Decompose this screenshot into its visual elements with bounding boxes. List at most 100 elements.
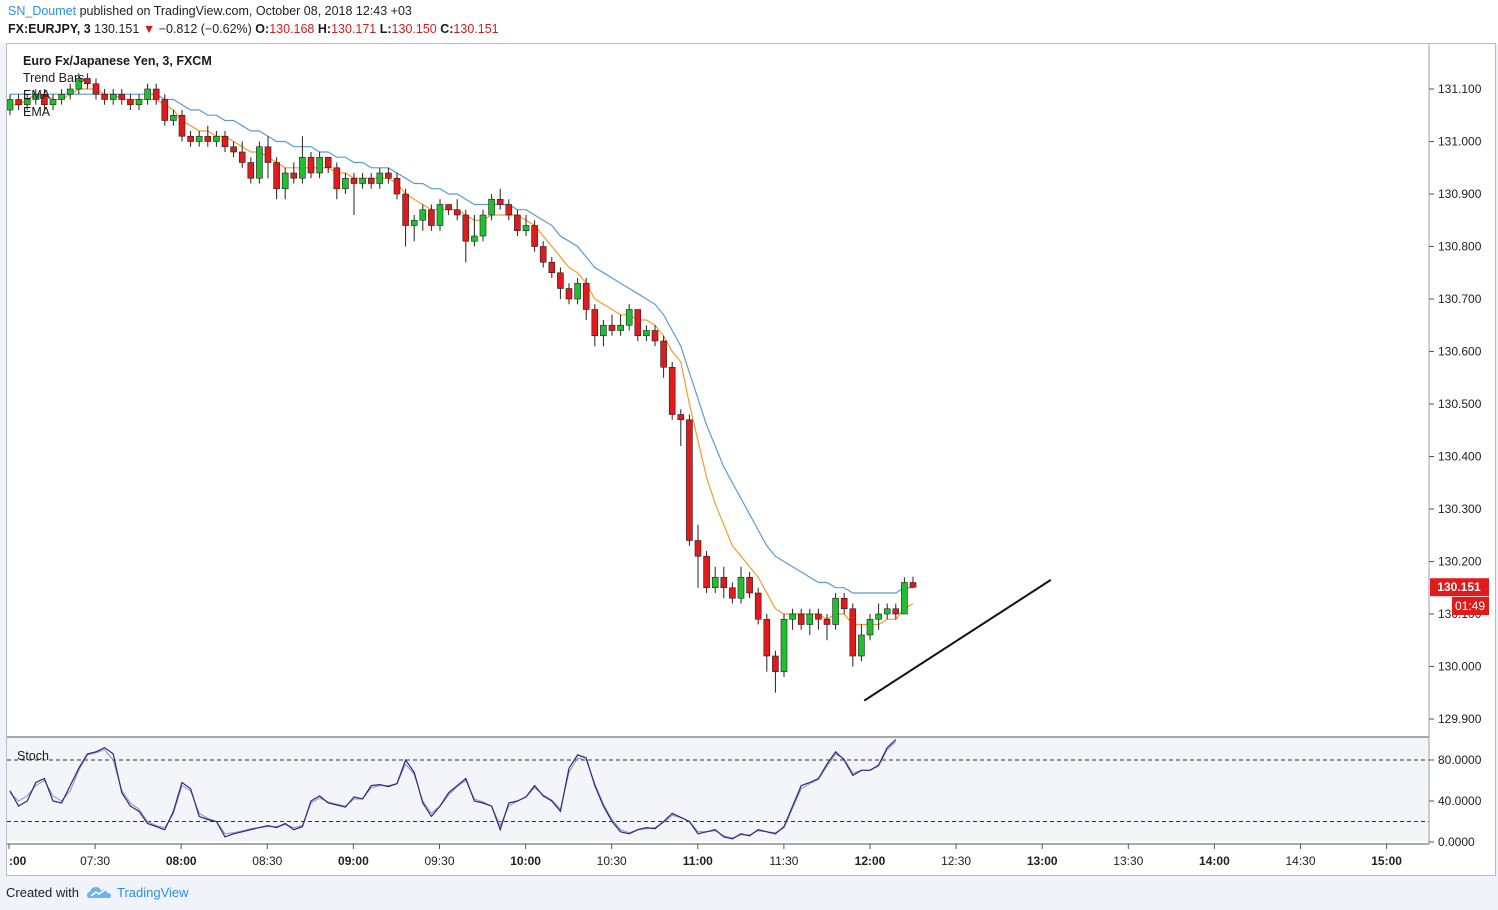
candle-down — [118, 93, 126, 100]
candle-down — [505, 204, 513, 216]
candle-down — [909, 582, 917, 588]
candle-down — [428, 209, 435, 226]
price-axis-label: 130.300 — [1438, 502, 1482, 516]
time-axis-label: 10:30 — [597, 854, 627, 868]
price-axis[interactable]: 131.100 131.000 130.900 130.800 130.700 130.6… — [1429, 82, 1482, 726]
time-axis-label: 09:30 — [424, 854, 454, 868]
time-axis[interactable]: :00 07:30 08:00 08:30 09:00 09:30 10:00 10:30 11… — [8, 844, 1402, 868]
time-axis-label: 11:00 — [683, 854, 713, 868]
candle-up — [471, 235, 478, 242]
candle-down — [720, 576, 728, 589]
publish-header: SN_Doumet published on TradingView.com, … — [0, 0, 1498, 44]
price-axis-label: 130.900 — [1438, 187, 1482, 201]
legend-ema-1[interactable]: EMA — [23, 88, 50, 102]
legend-title[interactable]: Euro Fx/Japanese Yen, 3, FXCM — [23, 54, 212, 68]
candle-up — [806, 613, 814, 625]
time-axis-label: 13:00 — [1027, 854, 1058, 868]
symbol-label: FX:EURJPY, 3 — [8, 22, 91, 36]
candle-down — [557, 272, 564, 289]
close-label: C: — [440, 22, 454, 36]
time-axis-label: 11:30 — [769, 854, 798, 868]
candles — [6, 73, 917, 693]
candle-down — [892, 608, 900, 615]
candle-down — [230, 146, 237, 153]
candle-down — [324, 156, 332, 169]
tradingview-link[interactable]: TradingView — [117, 885, 189, 900]
candle-down — [333, 167, 341, 190]
candle-up — [376, 172, 384, 184]
time-axis-label: 13:30 — [1113, 854, 1143, 868]
legend-ema-2[interactable]: EMA — [23, 105, 50, 119]
candle-up — [213, 135, 220, 142]
stoch-axis[interactable]: 80.0000 40.0000 0.0000 — [1429, 753, 1482, 849]
candle-down — [161, 99, 169, 121]
candle-down — [152, 88, 160, 100]
tradingview-logo-icon[interactable] — [86, 884, 112, 900]
ema-slow-line — [10, 93, 913, 594]
candle-up — [858, 634, 865, 657]
time-axis-label: 14:00 — [1199, 854, 1230, 868]
candle-down — [729, 587, 736, 599]
candle-up — [170, 114, 177, 121]
candle-down — [849, 608, 857, 657]
time-axis-label: 08:30 — [252, 854, 282, 868]
candle-up — [299, 156, 306, 179]
down-arrow-icon: ▼ — [142, 22, 156, 36]
chart-container[interactable]: 131.100 131.000 130.900 130.800 130.700 130.6… — [6, 43, 1496, 876]
candle-up — [789, 613, 796, 620]
high-label: H: — [317, 22, 332, 36]
candle-down — [204, 135, 212, 142]
candle-down — [127, 99, 134, 106]
stoch-pane-background — [7, 737, 1429, 841]
candle-down — [290, 172, 298, 179]
candle-down — [393, 177, 401, 195]
candle-up — [436, 204, 444, 226]
candle-down — [582, 282, 590, 310]
candle-down — [101, 93, 108, 100]
candle-up — [488, 198, 495, 216]
candle-up — [256, 146, 263, 179]
time-axis-label: 12:30 — [941, 854, 971, 868]
candle-down — [273, 162, 280, 190]
candle-down — [367, 177, 375, 184]
chart-canvas[interactable]: 131.100 131.000 130.900 130.800 130.700 130.6… — [6, 44, 1495, 875]
candle-up — [342, 177, 349, 190]
low-label: L: — [379, 22, 392, 36]
candle-down — [247, 162, 255, 179]
publisher-link[interactable]: SN_Doumet — [8, 4, 76, 18]
candle-down — [694, 540, 702, 557]
candle-down — [823, 618, 831, 625]
candle-down — [15, 99, 22, 106]
stoch-axis-label: 40.0000 — [1438, 794, 1482, 808]
price-axis-label: 130.800 — [1438, 240, 1482, 254]
time-axis-label: 12:00 — [855, 854, 886, 868]
candle-down — [660, 340, 667, 368]
change-value: −0.812 (−0.62%) — [158, 22, 252, 36]
candle-down — [677, 414, 685, 421]
created-with-text: Created with — [6, 885, 79, 900]
candle-down — [238, 151, 246, 163]
footer: Created with TradingView — [0, 878, 1498, 910]
legend-stoch[interactable]: Stoch — [17, 749, 49, 763]
close-value: 130.151 — [453, 22, 499, 36]
candle-down — [453, 209, 461, 216]
price-axis-label: 131.100 — [1438, 82, 1482, 96]
price-axis-label: 130.700 — [1438, 292, 1482, 306]
candle-down — [531, 225, 538, 247]
open-label: O: — [255, 22, 270, 36]
stoch-axis-label: 80.0000 — [1438, 753, 1482, 767]
trendline[interactable] — [863, 579, 1052, 702]
publish-info: SN_Doumet published on TradingView.com, … — [8, 4, 412, 18]
trendline-layer[interactable] — [863, 579, 1052, 702]
candle-up — [316, 156, 323, 174]
candle-down — [350, 177, 358, 184]
last-price: 130.151 — [94, 22, 140, 36]
candle-up — [6, 99, 14, 111]
candle-down — [703, 555, 710, 589]
candle-down — [686, 419, 693, 541]
candle-up — [522, 225, 530, 232]
legend-trend-bars[interactable]: Trend Bars — [23, 71, 84, 85]
time-axis-label: 08:00 — [166, 854, 197, 868]
candle-down — [92, 83, 100, 95]
candle-up — [419, 209, 427, 221]
